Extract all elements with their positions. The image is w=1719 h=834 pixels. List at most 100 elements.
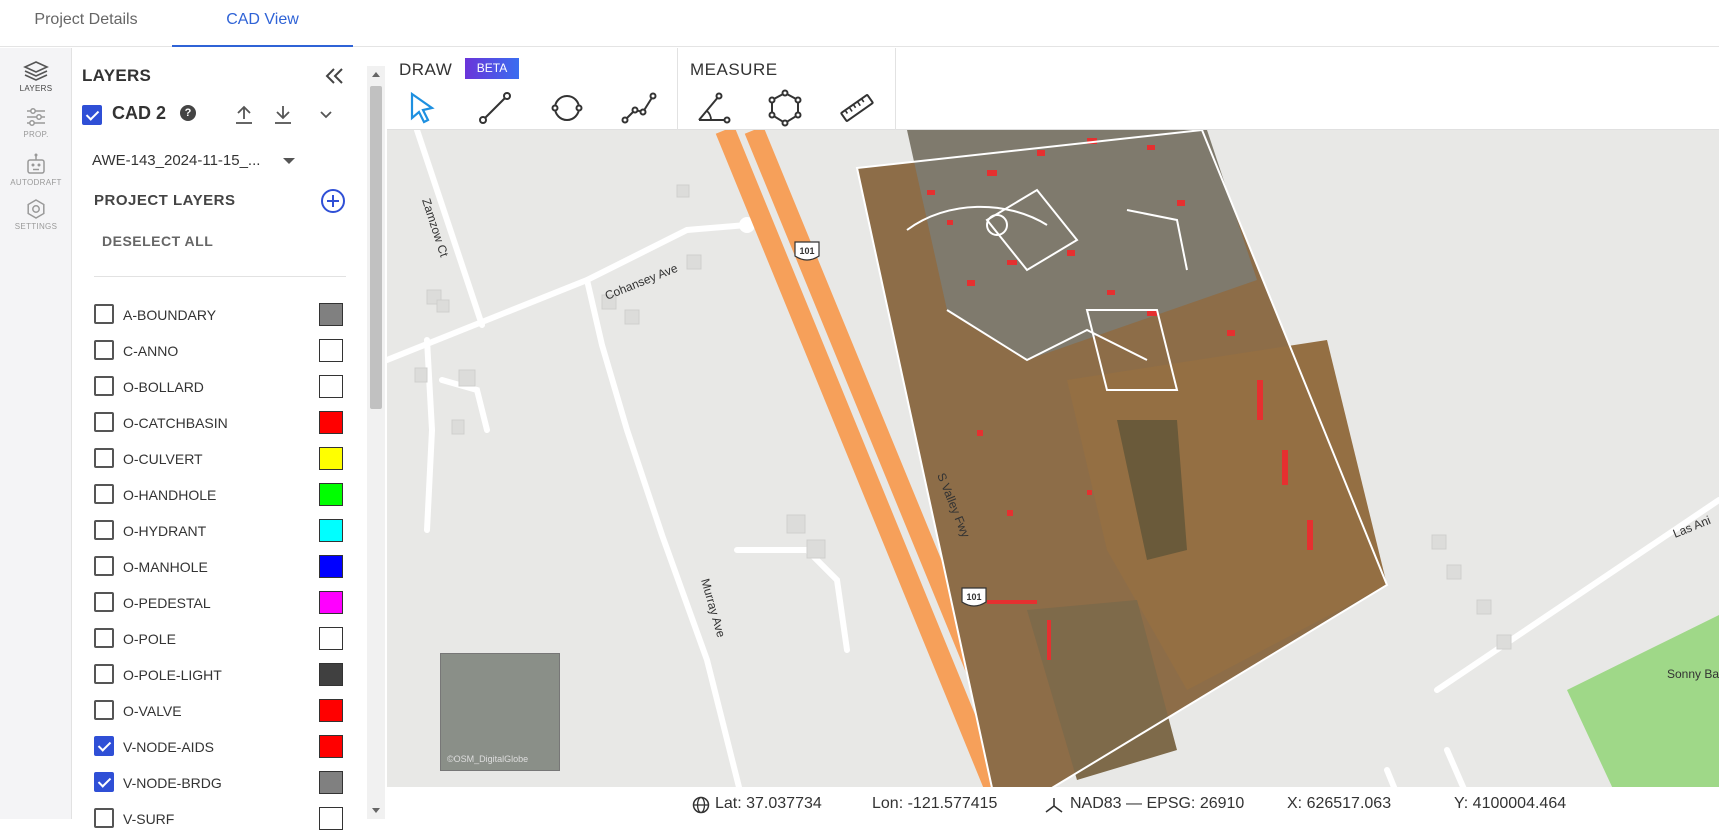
layer-checkbox[interactable]	[94, 448, 114, 468]
layer-color-swatch[interactable]	[319, 303, 343, 326]
draw-group: DRAW BETA	[387, 48, 678, 130]
pointer-arrow-icon	[410, 91, 435, 124]
polygon-icon	[768, 89, 802, 127]
layer-checkbox[interactable]	[94, 520, 114, 540]
layer-color-swatch[interactable]	[319, 483, 343, 506]
layer-row[interactable]: V-SURF	[94, 804, 346, 834]
measure-distance-button[interactable]	[837, 88, 877, 128]
line-tool-button[interactable]	[475, 88, 515, 128]
layer-color-swatch[interactable]	[319, 519, 343, 542]
scrollbar-thumb[interactable]	[370, 86, 382, 409]
file-select[interactable]: AWE-143_2024-11-15_...	[92, 146, 352, 176]
attribution-text: ©OSM_DigitalGlobe	[447, 754, 529, 764]
layer-row[interactable]: O-MANHOLE	[94, 552, 346, 582]
layer-name: C-ANNO	[123, 343, 179, 359]
layer-name: O-CULVERT	[123, 451, 203, 467]
layer-checkbox[interactable]	[94, 412, 114, 432]
x-coordinate-readout: X: 626517.063	[1287, 795, 1392, 812]
layer-row[interactable]: A-BOUNDARY	[94, 300, 346, 330]
layer-name: O-HYDRANT	[123, 523, 207, 539]
layer-color-swatch[interactable]	[319, 627, 343, 650]
layer-name: O-MANHOLE	[123, 559, 208, 575]
layer-row[interactable]: V-NODE-AIDS	[94, 732, 346, 762]
layer-row[interactable]: O-VALVE	[94, 696, 346, 726]
layer-color-swatch[interactable]	[319, 663, 343, 686]
scroll-up-icon[interactable]	[371, 70, 381, 78]
shield-label-1: 101	[799, 246, 814, 256]
circle-tool-button[interactable]	[547, 88, 587, 128]
tab-cad-view[interactable]: CAD View	[172, 0, 353, 47]
layer-color-swatch[interactable]	[319, 411, 343, 434]
layer-color-swatch[interactable]	[319, 555, 343, 578]
layer-color-swatch[interactable]	[319, 375, 343, 398]
layer-checkbox[interactable]	[94, 736, 114, 756]
panel-scrollbar[interactable]	[367, 66, 385, 819]
layer-color-swatch[interactable]	[319, 591, 343, 614]
layer-checkbox[interactable]	[94, 808, 114, 828]
layer-row[interactable]: O-HANDHOLE	[94, 480, 346, 510]
add-layer-button[interactable]	[320, 188, 346, 214]
layer-row[interactable]: O-POLE-LIGHT	[94, 660, 346, 690]
layer-checkbox[interactable]	[94, 772, 114, 792]
layer-name: O-VALVE	[123, 703, 182, 719]
select-tool-button[interactable]	[402, 88, 442, 128]
layer-name: O-CATCHBASIN	[123, 415, 228, 431]
measure-area-button[interactable]	[765, 88, 805, 128]
layer-checkbox[interactable]	[94, 592, 114, 612]
download-icon[interactable]	[271, 102, 295, 126]
ruler-icon	[840, 94, 874, 122]
sliders-icon	[27, 108, 45, 126]
beta-badge: BETA	[465, 58, 519, 79]
map-canvas[interactable]: 101 101 Zamzow Ct Cohansey Ave S Valley …	[387, 130, 1719, 819]
globe-icon	[692, 796, 710, 814]
double-chevron-left-icon	[325, 68, 343, 84]
latitude-readout: Lat: 37.037734	[715, 795, 822, 812]
layer-row[interactable]: O-POLE	[94, 624, 346, 654]
layer-checkbox[interactable]	[94, 304, 114, 324]
rail-settings[interactable]: SETTINGS	[0, 194, 72, 238]
minimap-thumbnail[interactable]: ©OSM_DigitalGlobe	[440, 653, 560, 771]
layer-checkbox[interactable]	[94, 628, 114, 648]
layer-color-swatch[interactable]	[319, 735, 343, 758]
layer-checkbox[interactable]	[94, 556, 114, 576]
layer-row[interactable]: O-CULVERT	[94, 444, 346, 474]
layer-row[interactable]: O-PEDESTAL	[94, 588, 346, 618]
layer-checkbox[interactable]	[94, 700, 114, 720]
layer-color-swatch[interactable]	[319, 339, 343, 362]
tab-project-details[interactable]: Project Details	[0, 0, 172, 47]
layer-checkbox[interactable]	[94, 664, 114, 684]
panel-title: LAYERS	[82, 66, 152, 85]
section-title: PROJECT LAYERS	[94, 192, 236, 209]
layer-checkbox[interactable]	[94, 340, 114, 360]
layer-color-swatch[interactable]	[319, 699, 343, 722]
rail-autodraft[interactable]: AUTODRAFT	[0, 148, 72, 192]
icon-rail: LAYERS PROP. AUTODRAFT SETTINGS	[0, 48, 72, 819]
help-icon[interactable]: ?	[180, 105, 196, 121]
measure-group: MEASURE	[678, 48, 896, 130]
layers-icon	[23, 61, 49, 81]
cad-visibility-checkbox[interactable]	[82, 105, 102, 125]
collapse-panel-button[interactable]	[320, 62, 348, 90]
shield-label-2: 101	[966, 592, 981, 602]
polyline-tool-button[interactable]	[619, 88, 659, 128]
scroll-down-icon[interactable]	[371, 807, 381, 815]
polyline-icon	[621, 92, 657, 124]
deselect-all-button[interactable]: DESELECT ALL	[102, 233, 213, 249]
chevron-down-icon[interactable]	[316, 104, 336, 124]
layer-row[interactable]: O-BOLLARD	[94, 372, 346, 402]
layer-row[interactable]: C-ANNO	[94, 336, 346, 366]
layer-color-swatch[interactable]	[319, 771, 343, 794]
layer-checkbox[interactable]	[94, 376, 114, 396]
measure-angle-button[interactable]	[693, 88, 733, 128]
caret-down-icon	[283, 158, 295, 164]
measure-title: MEASURE	[690, 60, 778, 79]
layer-row[interactable]: V-NODE-BRDG	[94, 768, 346, 798]
upload-icon[interactable]	[232, 102, 256, 126]
rail-layers[interactable]: LAYERS	[0, 56, 72, 100]
layer-row[interactable]: O-CATCHBASIN	[94, 408, 346, 438]
layer-name: O-HANDHOLE	[123, 487, 217, 503]
rail-prop[interactable]: PROP.	[0, 102, 72, 146]
layer-color-swatch[interactable]	[319, 447, 343, 470]
layer-row[interactable]: O-HYDRANT	[94, 516, 346, 546]
layer-checkbox[interactable]	[94, 484, 114, 504]
